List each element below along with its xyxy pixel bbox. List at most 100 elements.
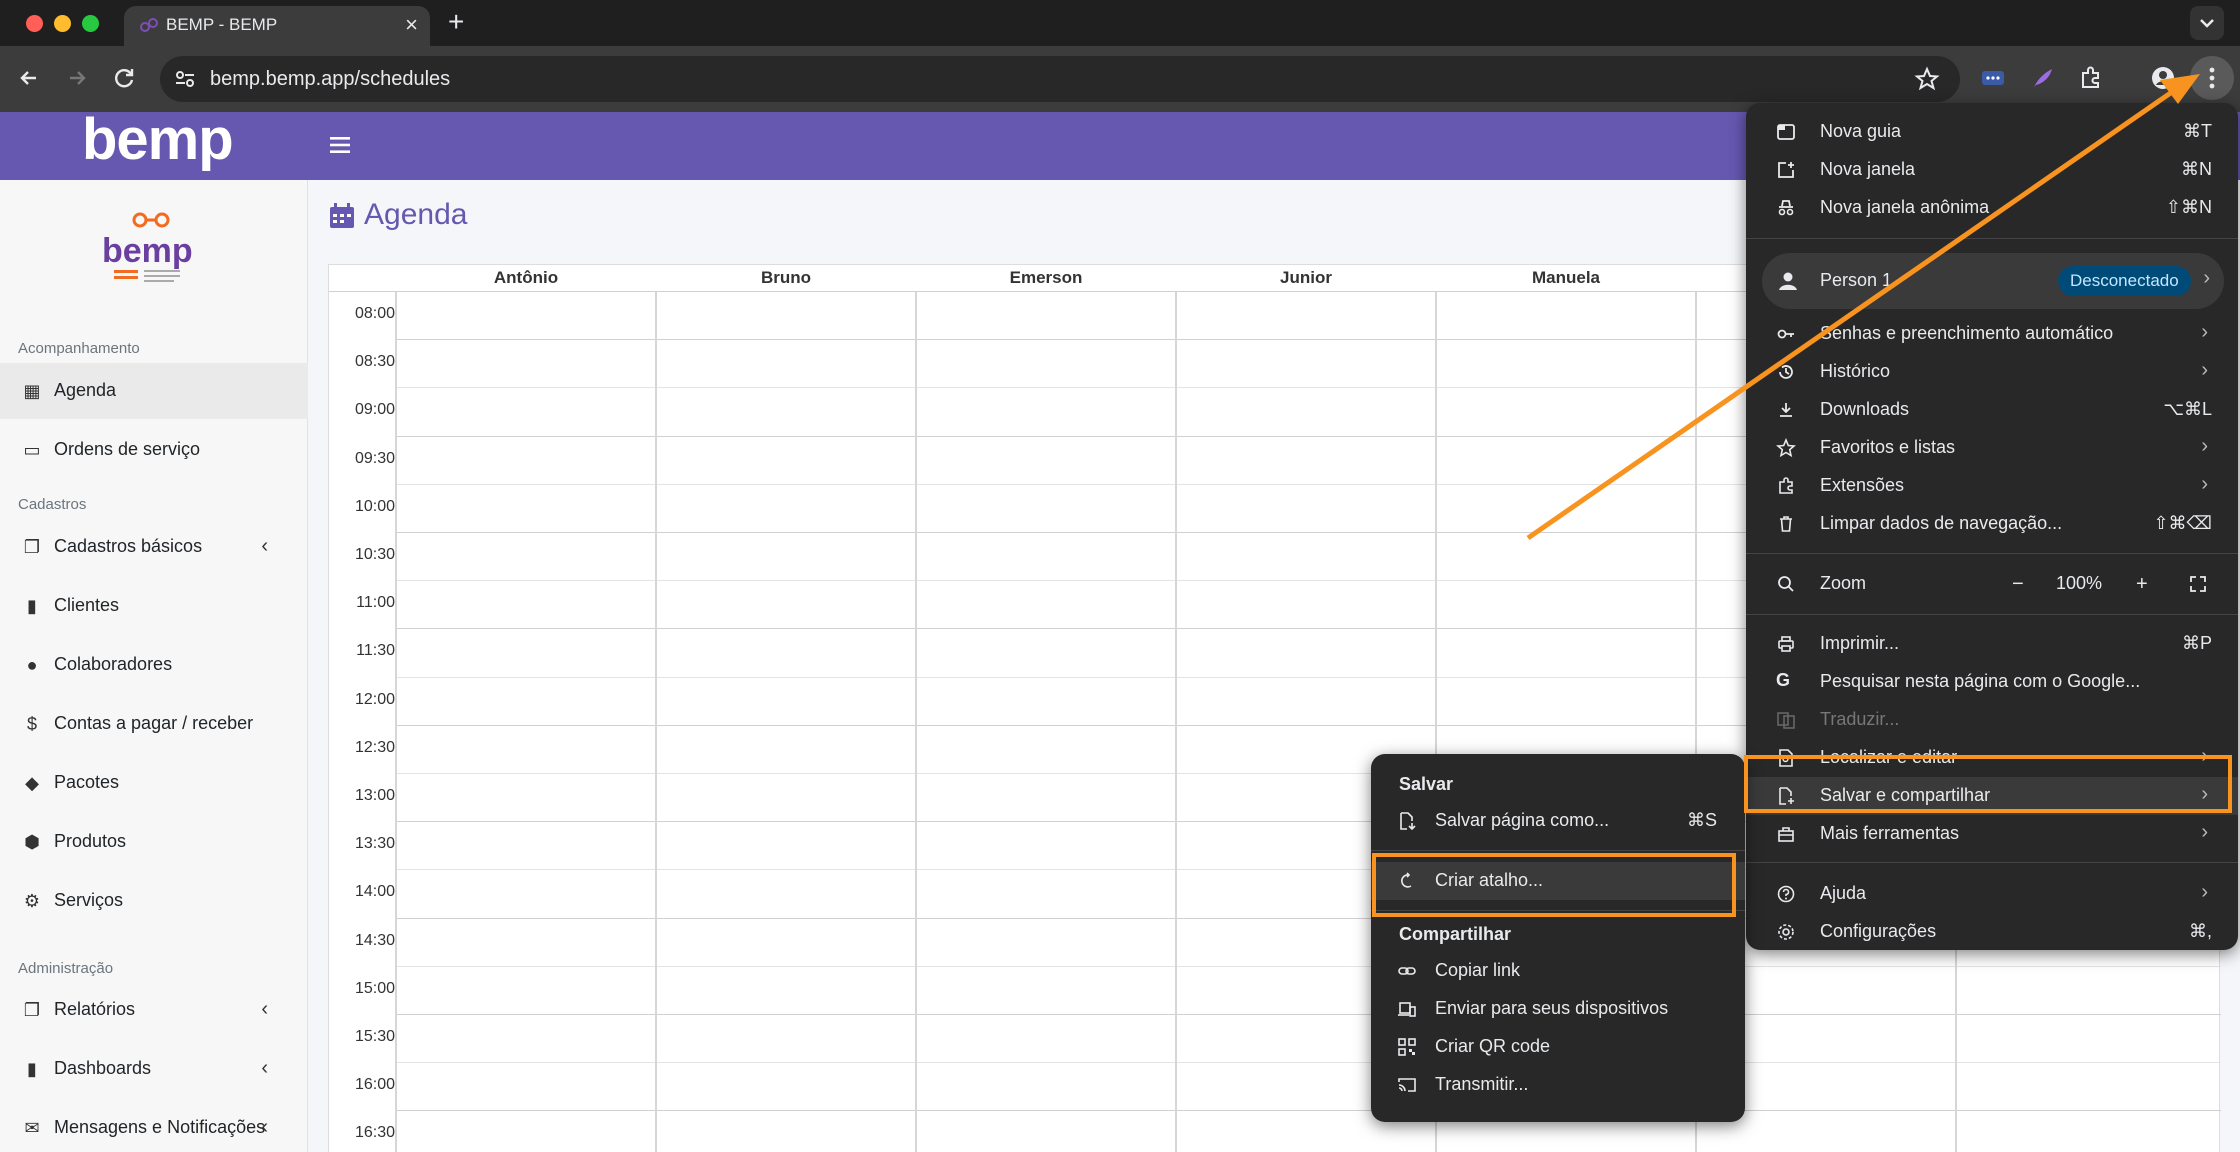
key-icon	[1777, 329, 1794, 339]
menu-item-extensoes[interactable]: Extensões ›	[1746, 467, 2238, 505]
zoom-out-button[interactable]: −	[2012, 573, 2024, 596]
menu-item-favoritos[interactable]: Favoritos e listas ›	[1746, 429, 2238, 467]
maximize-window-button[interactable]	[82, 15, 99, 32]
menu-item-mais-ferramentas[interactable]: Mais ferramentas ›	[1746, 815, 2238, 853]
profile-avatar-icon[interactable]	[2148, 63, 2178, 93]
close-tab-icon[interactable]: ×	[405, 12, 418, 38]
menu-item-label: Extensões	[1820, 475, 1905, 495]
menu-item-nova-guia[interactable]: Nova guia ⌘T	[1746, 113, 2238, 151]
menu-item-label: Ajuda	[1820, 883, 1867, 903]
new-tab-icon	[1777, 124, 1795, 140]
submenu-item-qr-code[interactable]: Criar QR code	[1371, 1028, 1745, 1066]
svg-text:bemp: bemp	[102, 232, 193, 270]
browser-tabstrip: BEMP - BEMP × +	[0, 0, 2240, 46]
chrome-menu-button[interactable]	[2190, 56, 2234, 100]
site-info-icon[interactable]	[172, 66, 198, 92]
sidebar-item-dashboards[interactable]: ▮ Dashboards ‹	[0, 1041, 308, 1097]
menu-item-pesquisar-google[interactable]: G Pesquisar nesta página com o Google...	[1746, 663, 2238, 701]
google-icon: G	[1776, 670, 1791, 690]
highlight-salvar-compartilhar	[1744, 755, 2232, 813]
ticket-icon: ▭	[23, 440, 41, 460]
menu-divider	[1746, 862, 2238, 863]
sidebar-item-clientes[interactable]: ▮ Clientes	[0, 578, 308, 634]
fullscreen-icon[interactable]	[2188, 574, 2208, 594]
submenu-item-salvar-pagina[interactable]: Salvar página como... ⌘S	[1371, 802, 1745, 840]
close-window-button[interactable]	[26, 15, 43, 32]
menu-item-limpar-dados[interactable]: Limpar dados de navegação... ⇧⌘⌫	[1746, 505, 2238, 543]
url-text: bemp.bemp.app/schedules	[210, 68, 451, 90]
menu-item-label: Limpar dados de navegação...	[1820, 513, 2063, 533]
sidebar-item-agenda[interactable]: ▦ Agenda	[0, 363, 308, 419]
time-slot-label: 16:30	[354, 1124, 395, 1142]
feather-extension-icon[interactable]	[2028, 63, 2058, 93]
submenu-heading-salvar: Salvar	[1399, 774, 1454, 794]
hamburger-menu-icon[interactable]	[330, 136, 350, 154]
browser-tab[interactable]: BEMP - BEMP ×	[124, 6, 430, 46]
forward-icon[interactable]	[62, 63, 92, 93]
chevron-right-icon: ›	[2201, 359, 2208, 381]
menu-item-label: Zoom	[1820, 573, 1867, 593]
section-administracao: Administração	[18, 960, 114, 977]
submenu-item-copiar-link[interactable]: Copiar link	[1371, 952, 1745, 990]
menu-item-janela-anonima[interactable]: Nova janela anônima ⇧⌘N	[1746, 189, 2238, 227]
new-tab-icon[interactable]: +	[448, 6, 464, 38]
dropbox-icon: ◆	[25, 773, 39, 793]
submenu-item-label: Salvar página como...	[1435, 810, 1610, 830]
tab-title: BEMP - BEMP	[166, 15, 278, 34]
time-slot-label: 14:30	[354, 931, 395, 949]
sidebar-item-cadastros-basicos[interactable]: ❐ Cadastros básicos ‹	[0, 519, 308, 575]
time-slot-label: 09:30	[354, 449, 395, 467]
menu-item-imprimir[interactable]: Imprimir... ⌘P	[1746, 625, 2238, 663]
zoom-in-button[interactable]: +	[2136, 573, 2148, 596]
back-icon[interactable]	[14, 63, 44, 93]
address-bar[interactable]: bemp.bemp.app/schedules	[160, 56, 1960, 102]
menu-item-nova-janela[interactable]: Nova janela ⌘N	[1746, 151, 2238, 189]
column-header: Bruno	[760, 268, 812, 287]
reload-icon[interactable]	[110, 63, 140, 93]
time-slot-label: 13:00	[354, 787, 395, 804]
menu-item-historico[interactable]: Histórico ›	[1746, 353, 2238, 391]
sidebar-item-label: Serviços	[54, 890, 124, 910]
extension-dots-icon[interactable]	[1978, 63, 2008, 93]
time-slot-label: 12:00	[354, 690, 395, 708]
help-icon	[1777, 885, 1795, 903]
column-divider	[1175, 291, 1177, 1152]
sidebar-item-colaboradores[interactable]: ● Colaboradores	[0, 637, 308, 693]
time-slot-label: 08:00	[354, 305, 395, 322]
user-gear-icon: ⚙	[23, 891, 41, 911]
sidebar-item-mensagens[interactable]: ✉ Mensagens e Notificações ‹	[0, 1100, 308, 1152]
sidebar-item-relatorios[interactable]: ❐ Relatórios ‹	[0, 982, 308, 1038]
chevron-left-icon: ‹	[261, 998, 268, 1020]
menu-divider	[1746, 614, 2238, 615]
submenu-item-enviar-dispositivos[interactable]: Enviar para seus dispositivos	[1371, 990, 1745, 1028]
chrome-main-menu: Nova guia ⌘T Nova janela ⌘N Nova janela …	[1746, 103, 2238, 950]
puzzle-extensions-icon[interactable]	[2076, 63, 2106, 93]
menu-item-configuracoes[interactable]: Configurações ⌘,	[1746, 913, 2238, 951]
menu-item-profile[interactable]: Person 1 Desconectado ›	[1762, 253, 2224, 309]
sidebar-item-contas[interactable]: $ Contas a pagar / receber	[0, 696, 308, 752]
app-logo[interactable]: bemp	[82, 112, 234, 173]
sidebar-item-pacotes[interactable]: ◆ Pacotes	[0, 755, 308, 811]
time-slot-label: 15:30	[354, 1028, 395, 1045]
puzzle-icon	[1779, 477, 1793, 494]
minimize-window-button[interactable]	[54, 15, 71, 32]
menu-item-label: Mais ferramentas	[1820, 823, 1960, 843]
zoom-level: 100%	[2056, 573, 2103, 593]
bookmark-star-icon[interactable]	[1914, 66, 1940, 92]
sidebar-item-produtos[interactable]: ⬢ Produtos	[0, 814, 308, 870]
sidebar-item-servicos[interactable]: ⚙ Serviços	[0, 873, 308, 929]
tab-search-button[interactable]	[2190, 6, 2224, 40]
submenu-item-transmitir[interactable]: Transmitir...	[1371, 1066, 1745, 1104]
menu-item-downloads[interactable]: Downloads ⌥⌘L	[1746, 391, 2238, 429]
trash-icon	[1780, 516, 1792, 532]
time-slot-label: 14:00	[354, 883, 395, 901]
time-slot-label: 09:00	[354, 401, 395, 419]
time-slot-label: 16:00	[354, 1076, 395, 1094]
menu-item-senhas[interactable]: Senhas e preenchimento automático ›	[1746, 315, 2238, 353]
sidebar-item-label: Ordens de serviço	[54, 439, 201, 459]
menu-item-zoom: Zoom − 100% +	[1746, 565, 2238, 603]
sidebar-item-label: Cadastros básicos	[54, 536, 203, 556]
menu-item-ajuda[interactable]: Ajuda ›	[1746, 875, 2238, 913]
sidebar-item-ordens-servico[interactable]: ▭ Ordens de serviço	[0, 422, 308, 478]
sidebar-item-label: Produtos	[54, 831, 127, 851]
